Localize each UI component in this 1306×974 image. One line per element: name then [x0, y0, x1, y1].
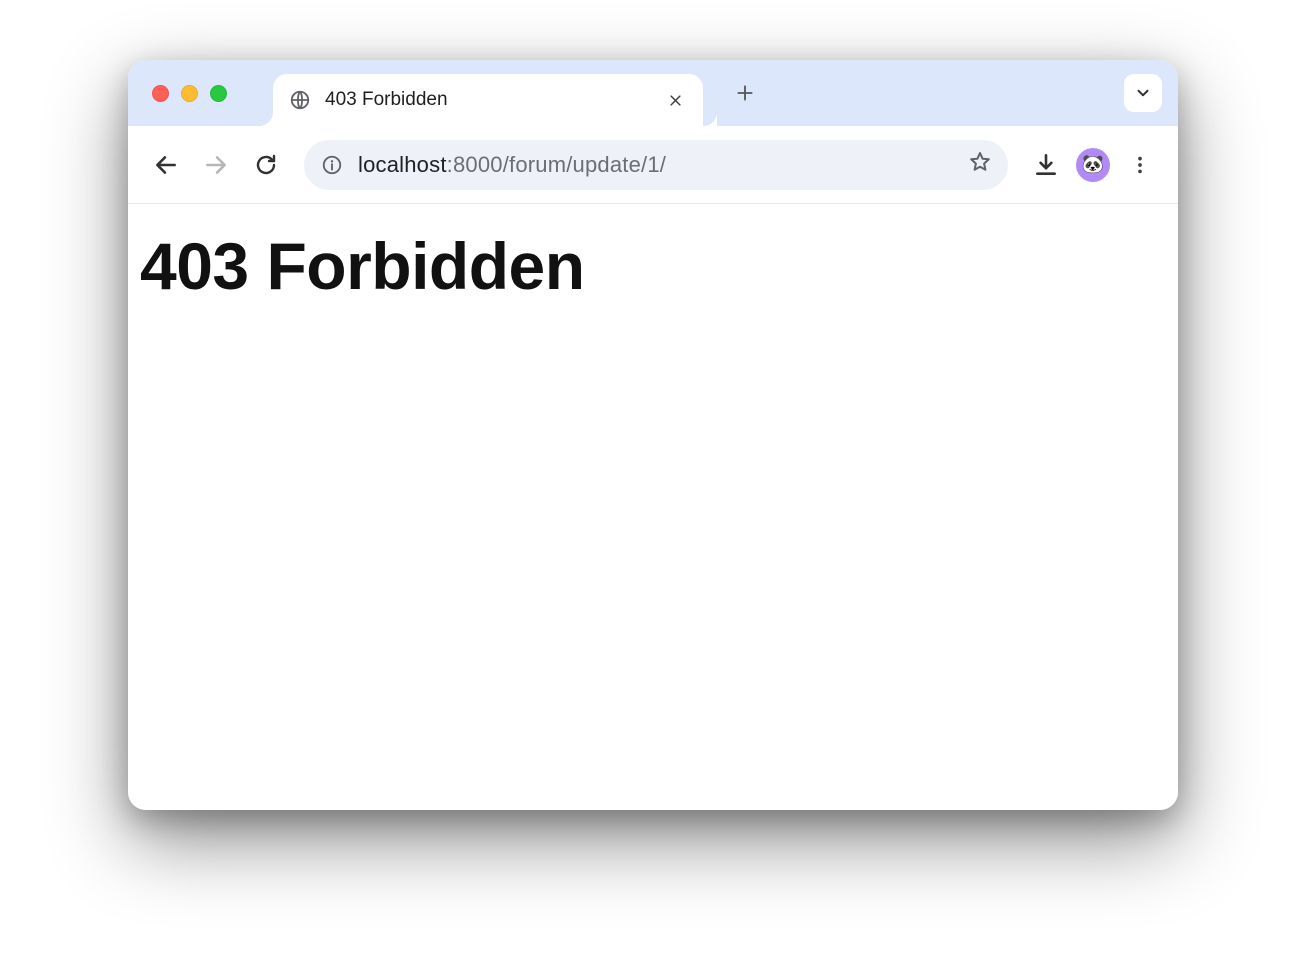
reload-button[interactable]: [246, 145, 286, 185]
new-tab-button[interactable]: [727, 75, 763, 111]
profile-avatar[interactable]: 🐼: [1076, 148, 1110, 182]
url-host: localhost: [358, 152, 447, 177]
close-tab-button[interactable]: [665, 90, 685, 110]
avatar-emoji: 🐼: [1082, 154, 1104, 175]
forward-button[interactable]: [196, 145, 236, 185]
back-button[interactable]: [146, 145, 186, 185]
tab-strip: 403 Forbidden: [128, 60, 1178, 126]
downloads-button[interactable]: [1026, 145, 1066, 185]
browser-window: 403 Forbidden: [128, 60, 1178, 810]
site-info-button[interactable]: [320, 153, 344, 177]
download-icon: [1033, 152, 1059, 178]
toolbar: localhost:8000/forum/update/1/ 🐼: [128, 126, 1178, 204]
close-icon: [668, 93, 683, 108]
bookmark-button[interactable]: [968, 150, 992, 179]
tab-search-button[interactable]: [1124, 74, 1162, 112]
star-icon: [968, 150, 992, 174]
globe-icon: [289, 89, 311, 111]
arrow-right-icon: [203, 152, 229, 178]
arrow-left-icon: [153, 152, 179, 178]
maximize-window-button[interactable]: [210, 85, 227, 102]
close-window-button[interactable]: [152, 85, 169, 102]
info-icon: [321, 154, 343, 176]
error-heading: 403 Forbidden: [140, 228, 1166, 304]
menu-button[interactable]: [1120, 145, 1160, 185]
url-text: localhost:8000/forum/update/1/: [358, 152, 954, 178]
reload-icon: [254, 153, 278, 177]
url-path: :8000/forum/update/1/: [447, 152, 666, 177]
chevron-down-icon: [1134, 84, 1152, 102]
minimize-window-button[interactable]: [181, 85, 198, 102]
tab-title: 403 Forbidden: [325, 89, 651, 111]
browser-tab[interactable]: 403 Forbidden: [273, 74, 703, 126]
plus-icon: [735, 83, 755, 103]
window-controls: [128, 85, 227, 102]
kebab-icon: [1129, 154, 1151, 176]
page-content: 403 Forbidden: [128, 204, 1178, 810]
address-bar[interactable]: localhost:8000/forum/update/1/: [304, 140, 1008, 190]
